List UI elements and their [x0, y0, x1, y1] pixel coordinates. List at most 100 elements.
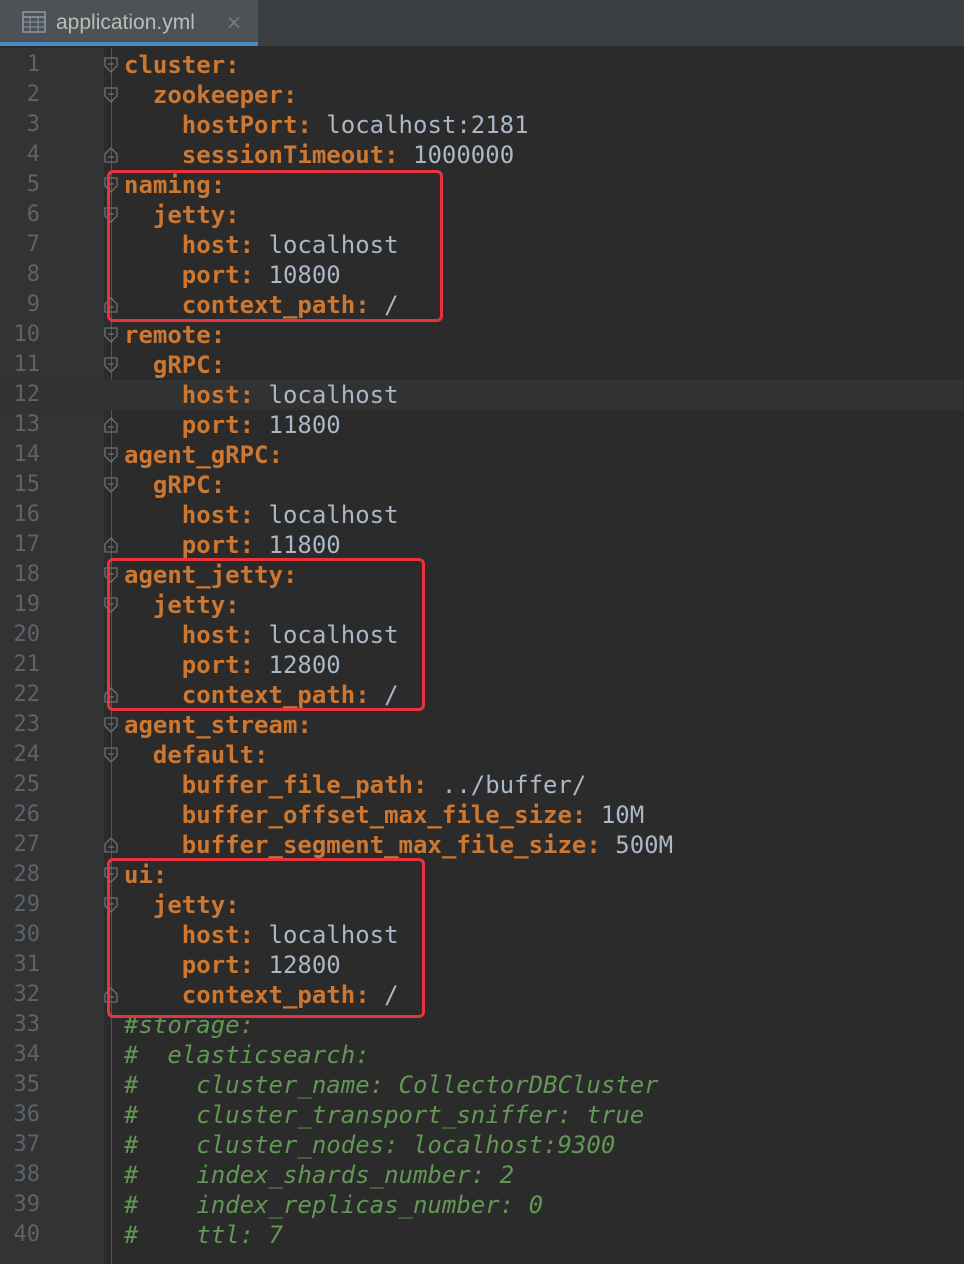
line-number: 2	[26, 82, 40, 107]
highlight-box-ui	[107, 858, 425, 1018]
line-code: buffer_offset_max_file_size: 10M	[124, 800, 644, 830]
line-code: agent_gRPC:	[124, 440, 283, 470]
code-line[interactable]: 27 buffer_segment_max_file_size: 500M	[0, 830, 964, 860]
fold-open-icon[interactable]	[103, 476, 119, 494]
fold-close-icon[interactable]	[103, 146, 119, 164]
line-number: 40	[13, 1222, 41, 1247]
code-line[interactable]: 16 host: localhost	[0, 500, 964, 530]
yaml-value: localhost	[254, 381, 399, 409]
fold-open-icon[interactable]	[103, 716, 119, 734]
line-number: 29	[13, 892, 41, 917]
code-line[interactable]: 11 gRPC:	[0, 350, 964, 380]
line-code: default:	[124, 740, 269, 770]
line-code: # ttl: 7	[124, 1220, 283, 1250]
code-line[interactable]: 2 zookeeper:	[0, 80, 964, 110]
fold-open-icon[interactable]	[103, 326, 119, 344]
close-icon[interactable]: ×	[224, 12, 244, 32]
yaml-comment: # elasticsearch:	[124, 1041, 370, 1069]
fold-open-icon[interactable]	[103, 746, 119, 764]
line-code: cluster:	[124, 50, 240, 80]
highlight-box-naming	[107, 170, 443, 322]
yaml-key: cluster:	[124, 51, 240, 79]
yaml-comment: # cluster_nodes: localhost:9300	[124, 1131, 616, 1159]
line-number: 11	[13, 352, 41, 377]
fold-close-icon[interactable]	[103, 416, 119, 434]
code-line[interactable]: 40 # ttl: 7	[0, 1220, 964, 1250]
line-number: 1	[26, 52, 40, 77]
fold-open-icon[interactable]	[103, 356, 119, 374]
fold-close-icon[interactable]	[103, 836, 119, 854]
line-number: 26	[13, 802, 41, 827]
code-line[interactable]: 36 # cluster_transport_sniffer: true	[0, 1100, 964, 1130]
code-line[interactable]: 26 buffer_offset_max_file_size: 10M	[0, 800, 964, 830]
yaml-value: 11800	[254, 531, 341, 559]
line-number: 21	[13, 652, 41, 677]
yaml-key: gRPC:	[152, 351, 226, 379]
line-code: # cluster_name: CollectorDBCluster	[124, 1070, 659, 1100]
fold-open-icon[interactable]	[103, 446, 119, 464]
code-line[interactable]: 23 agent_stream:	[0, 710, 964, 740]
yaml-value: localhost:2181	[311, 111, 529, 139]
line-number: 16	[13, 502, 41, 527]
line-code: # cluster_nodes: localhost:9300	[124, 1130, 615, 1160]
code-line[interactable]: 13 port: 11800	[0, 410, 964, 440]
yaml-key: port:	[181, 531, 255, 559]
line-number: 31	[13, 952, 41, 977]
line-number: 24	[13, 742, 41, 767]
yaml-key: agent_stream:	[124, 711, 312, 739]
line-code: hostPort: localhost:2181	[124, 110, 529, 140]
ide-window: application.yml × 1 cluster: 2 zookeeper: 3…	[0, 0, 964, 1264]
line-code: sessionTimeout: 1000000	[124, 140, 514, 170]
code-line[interactable]: 17 port: 11800	[0, 530, 964, 560]
line-number: 12	[13, 382, 41, 407]
code-line[interactable]: 4 sessionTimeout: 1000000	[0, 140, 964, 170]
code-line[interactable]: 34 # elasticsearch:	[0, 1040, 964, 1070]
line-number: 9	[26, 292, 40, 317]
code-line[interactable]: 1 cluster:	[0, 50, 964, 80]
line-code: port: 11800	[124, 410, 341, 440]
fold-open-icon[interactable]	[103, 86, 119, 104]
fold-open-icon[interactable]	[103, 56, 119, 74]
line-number: 38	[13, 1162, 41, 1187]
code-line[interactable]: 15 gRPC:	[0, 470, 964, 500]
line-code: buffer_segment_max_file_size: 500M	[124, 830, 673, 860]
code-line[interactable]: 38 # index_shards_number: 2	[0, 1160, 964, 1190]
code-line[interactable]: 25 buffer_file_path: ../buffer/	[0, 770, 964, 800]
line-number: 22	[13, 682, 41, 707]
fold-close-icon[interactable]	[103, 536, 119, 554]
yaml-key: agent_gRPC:	[124, 441, 283, 469]
line-number: 34	[13, 1042, 41, 1067]
line-code: host: localhost	[124, 380, 399, 410]
yaml-value: ../buffer/	[427, 771, 587, 799]
line-code: gRPC:	[124, 350, 225, 380]
line-number: 23	[13, 712, 41, 737]
line-code: # cluster_transport_sniffer: true	[124, 1100, 644, 1130]
code-line[interactable]: 3 hostPort: localhost:2181	[0, 110, 964, 140]
code-line[interactable]: 14 agent_gRPC:	[0, 440, 964, 470]
code-line[interactable]: 35 # cluster_name: CollectorDBCluster	[0, 1070, 964, 1100]
line-number: 7	[26, 232, 40, 257]
line-code: # index_replicas_number: 0	[124, 1190, 543, 1220]
code-line[interactable]: 37 # cluster_nodes: localhost:9300	[0, 1130, 964, 1160]
yaml-key: hostPort:	[181, 111, 312, 139]
code-line[interactable]: 24 default:	[0, 740, 964, 770]
line-code: gRPC:	[124, 470, 225, 500]
file-tab[interactable]: application.yml ×	[0, 0, 258, 46]
line-number: 18	[13, 562, 41, 587]
code-line[interactable]: 10 remote:	[0, 320, 964, 350]
yaml-key: host:	[181, 501, 255, 529]
yaml-key: sessionTimeout:	[181, 141, 399, 169]
line-number: 33	[13, 1012, 41, 1037]
line-number: 27	[13, 832, 41, 857]
yaml-key: zookeeper:	[152, 81, 298, 109]
yaml-file-icon	[22, 11, 46, 33]
code-editor[interactable]: 1 cluster: 2 zookeeper: 3 hostPort: localho…	[0, 48, 964, 1264]
yaml-comment: # index_shards_number: 2	[124, 1161, 515, 1189]
code-line[interactable]: 39 # index_replicas_number: 0	[0, 1190, 964, 1220]
line-number: 36	[13, 1102, 41, 1127]
code-line[interactable]: 12 host: localhost	[0, 380, 964, 410]
